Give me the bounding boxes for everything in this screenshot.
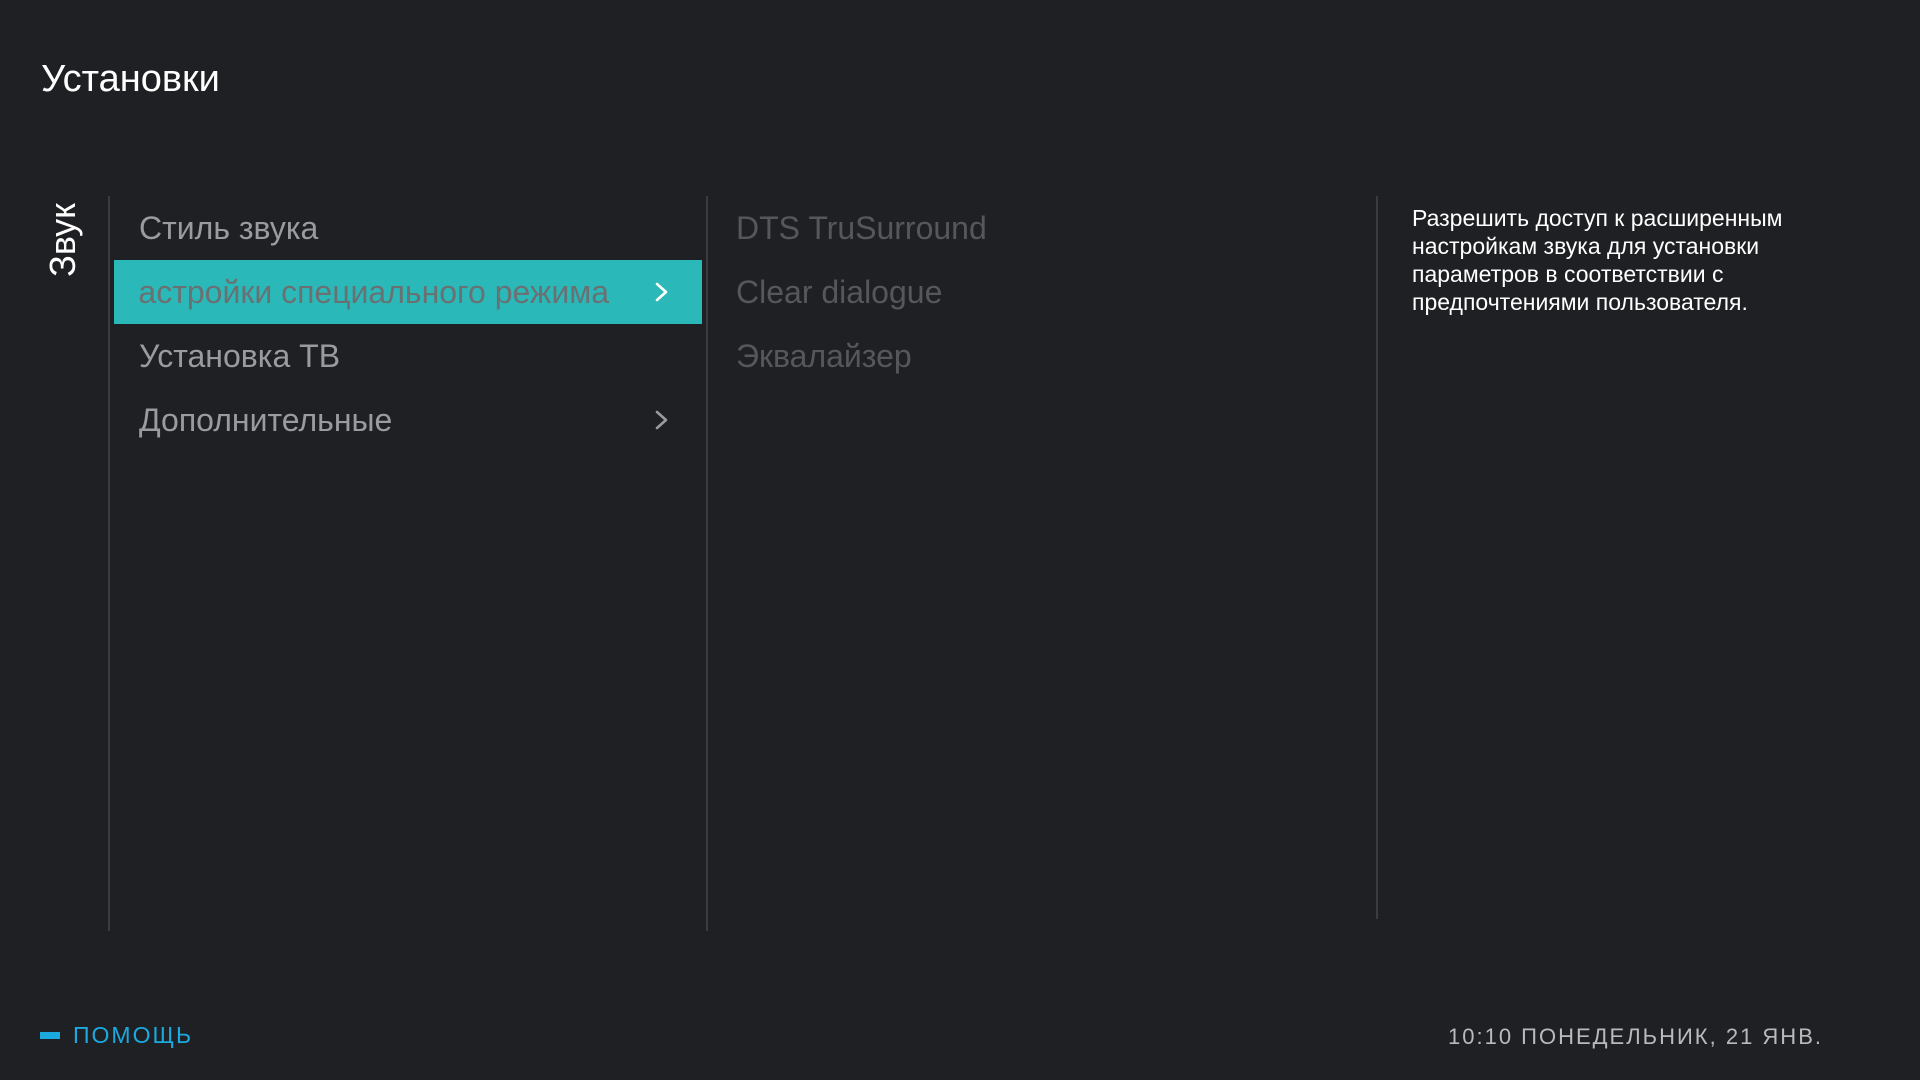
submenu: DTS TruSurround Clear dialogue Эквалайзе…	[712, 196, 1312, 388]
divider	[108, 196, 110, 931]
menu-item-label: Стиль звука	[139, 209, 319, 246]
divider	[1376, 196, 1378, 919]
section-label-text: Звук	[42, 203, 84, 277]
menu-item-special-mode-settings[interactable]: Настройки специального режима	[114, 260, 702, 324]
settings-screen: Установки Звук Стиль звука Настройки спе…	[0, 0, 1920, 1080]
page-title: Установки	[41, 58, 220, 100]
menu-item-tv-setup[interactable]: Установка ТВ	[114, 324, 702, 388]
menu-item-additional[interactable]: Дополнительные	[114, 388, 702, 452]
help-key-icon	[40, 1032, 60, 1039]
help-button[interactable]: ПОМОЩЬ	[40, 1022, 193, 1049]
submenu-item-dts-trusurround: DTS TruSurround	[736, 209, 987, 246]
menu-item-label: Настройки специального режима	[139, 273, 609, 310]
menu-item-label: Установка ТВ	[139, 337, 341, 374]
help-description: Разрешить доступ к расширенным настройка…	[1412, 205, 1783, 315]
chevron-right-icon	[654, 282, 670, 302]
submenu-item-equalizer: Эквалайзер	[736, 337, 912, 374]
settings-menu: Стиль звука Настройки специального режим…	[114, 196, 702, 452]
menu-item-sound-style[interactable]: Стиль звука	[114, 196, 702, 260]
section-label: Звук	[40, 200, 86, 280]
datetime: 10:10 ПОНЕДЕЛЬНИК, 21 ЯНВ.	[1448, 1024, 1823, 1049]
help-label: ПОМОЩЬ	[73, 1022, 194, 1048]
submenu-item-clear-dialogue: Clear dialogue	[736, 273, 943, 310]
divider	[706, 196, 708, 931]
chevron-right-icon	[654, 410, 670, 430]
menu-item-label: Дополнительные	[139, 401, 393, 438]
